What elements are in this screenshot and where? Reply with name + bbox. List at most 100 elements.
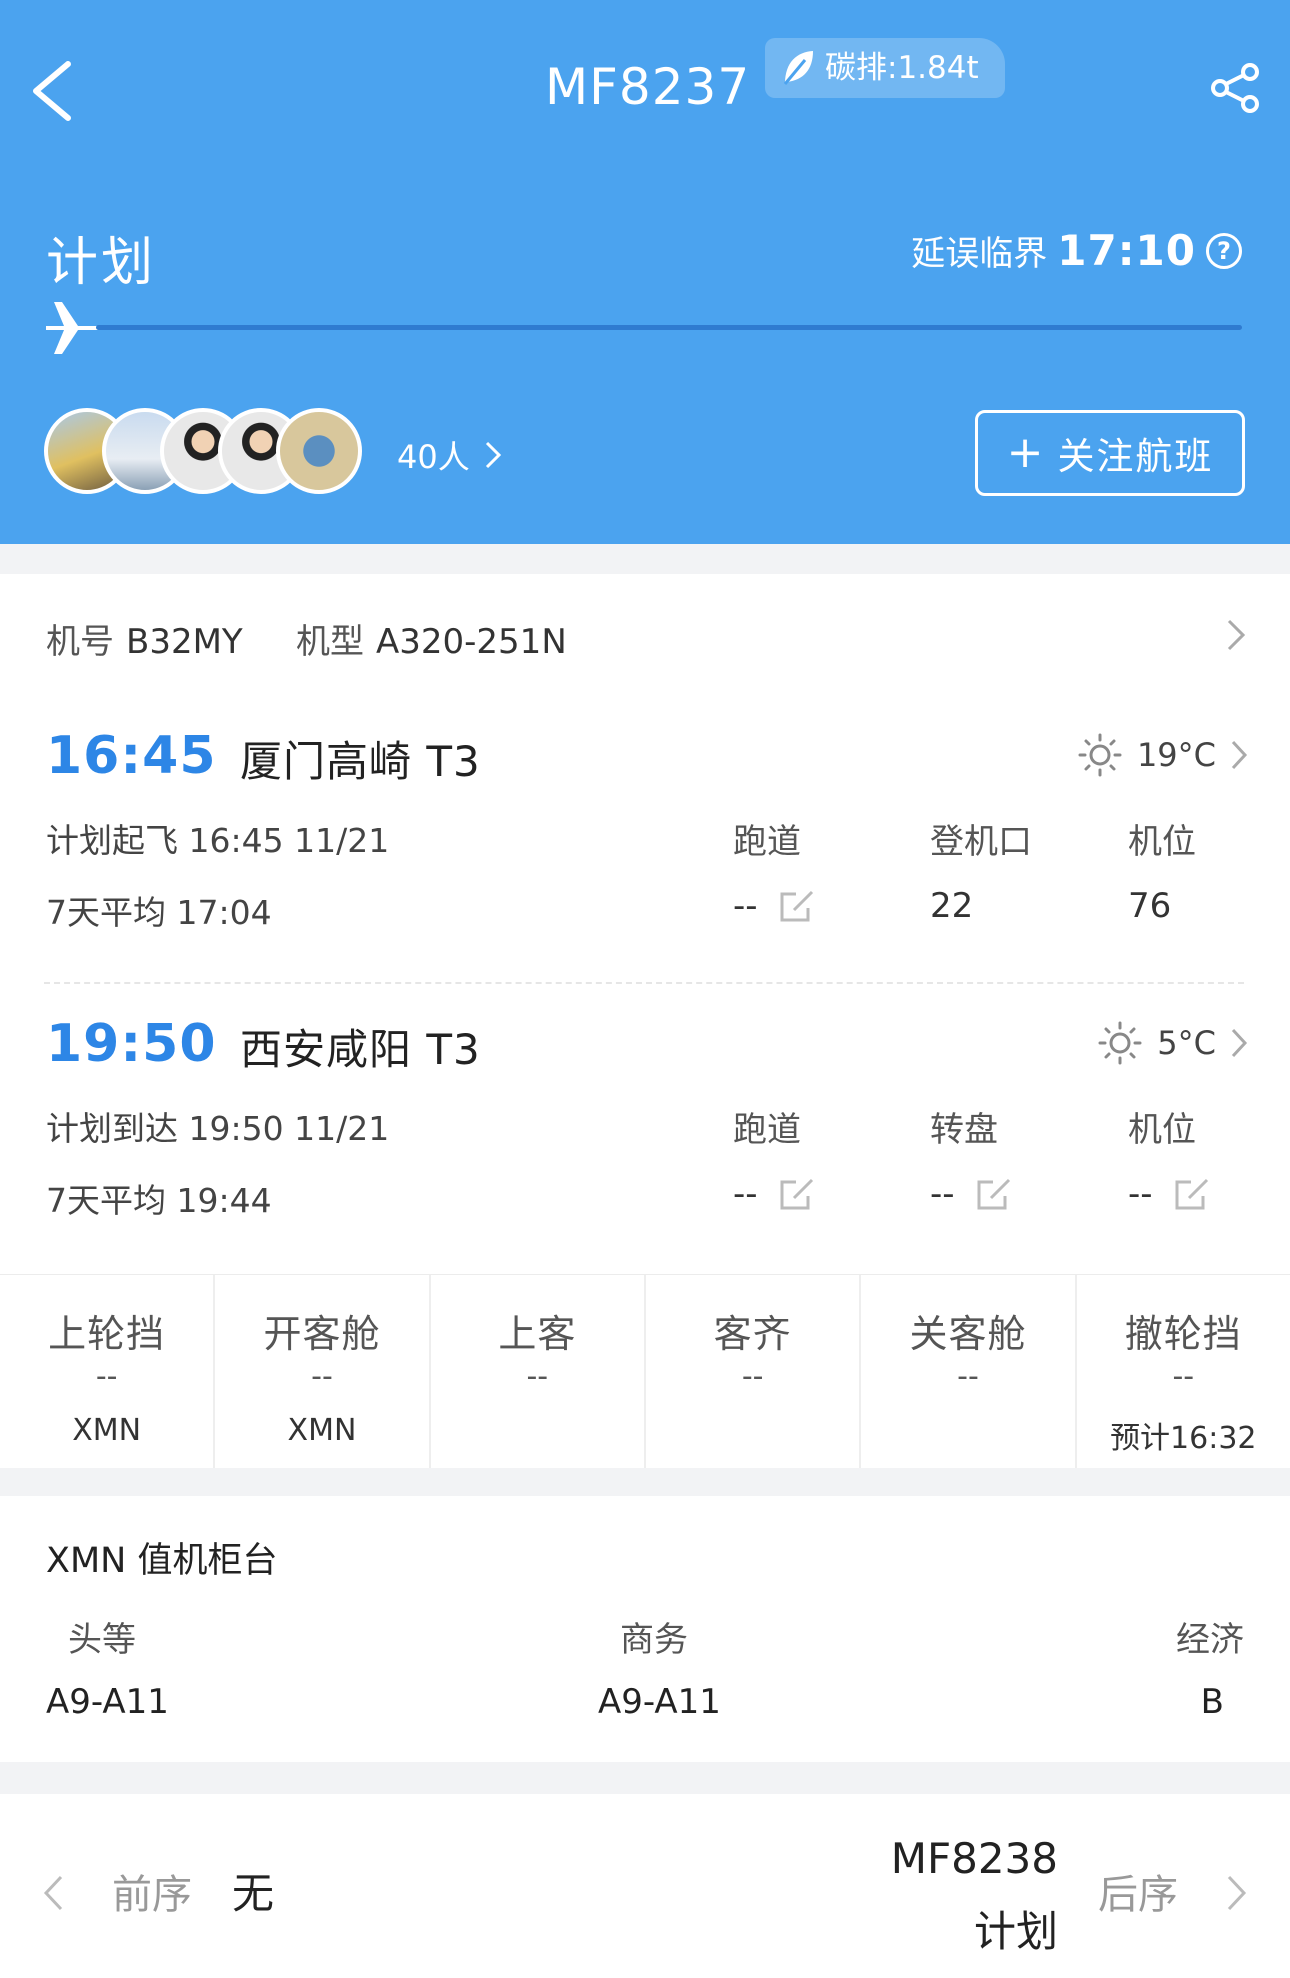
step-name: 客齐 bbox=[713, 1312, 792, 1356]
edit-icon bbox=[1175, 1178, 1208, 1210]
economy-class-label: 经济 bbox=[1176, 1620, 1244, 1660]
departure-avg-value: 17:04 bbox=[176, 893, 272, 932]
step-cabin-open: 开客舱 -- XMN bbox=[215, 1275, 431, 1468]
step-chocks-on: 上轮挡 -- XMN bbox=[0, 1275, 216, 1468]
runway-label: 跑道 bbox=[733, 1110, 801, 1150]
carousel-label: 转盘 bbox=[930, 1110, 998, 1150]
avatar bbox=[276, 408, 362, 494]
chevron-right-icon bbox=[485, 441, 501, 469]
type-label: 机型 bbox=[296, 622, 364, 662]
help-icon[interactable]: ? bbox=[1206, 232, 1242, 269]
departure-time: 16:45 bbox=[46, 726, 217, 786]
step-value: -- bbox=[526, 1359, 549, 1394]
next-label[interactable]: 后序 bbox=[1098, 1862, 1178, 1920]
registration-label: 机号 bbox=[46, 622, 114, 662]
sun-icon bbox=[1078, 733, 1122, 777]
type-value: A320-251N bbox=[376, 622, 567, 662]
aircraft-info-row[interactable]: 机号 B32MY 机型 A320-251N bbox=[0, 574, 1290, 696]
aircraft-registration: 机号 B32MY bbox=[46, 614, 243, 663]
next-flight-number[interactable]: MF8238 bbox=[891, 1834, 1058, 1883]
step-name: 开客舱 bbox=[263, 1312, 381, 1356]
follow-button-label: 关注航班 bbox=[1057, 435, 1214, 478]
flight-header: MF8237 碳排:1.84t 计划 延误临界 17:10 ? 40人 + 关注… bbox=[0, 0, 1290, 544]
flight-number: MF8237 bbox=[545, 58, 751, 116]
follow-flight-button[interactable]: + 关注航班 bbox=[975, 410, 1245, 496]
sun-icon bbox=[1098, 1021, 1142, 1065]
arrival-stand[interactable]: -- bbox=[1128, 1174, 1213, 1214]
chevron-right-icon bbox=[1227, 619, 1246, 651]
step-value: -- bbox=[1172, 1359, 1195, 1394]
checkin-title: XMN 值机柜台 bbox=[46, 1541, 278, 1581]
first-class-counter: A9-A11 bbox=[46, 1682, 169, 1722]
arrival-scheduled: 计划到达 19:50 11/21 bbox=[46, 1102, 389, 1150]
delay-label: 延误临界 bbox=[911, 234, 1048, 274]
arrival-runway[interactable]: -- bbox=[733, 1174, 818, 1214]
aircraft-type: 机型 A320-251N bbox=[296, 614, 567, 663]
step-sub: XMN bbox=[72, 1413, 142, 1448]
arrival-temperature: 5°C bbox=[1157, 1024, 1216, 1062]
gate-value: 22 bbox=[930, 886, 974, 926]
step-name: 关客舱 bbox=[909, 1312, 1027, 1356]
departure-avg-label: 7天平均 bbox=[46, 893, 166, 932]
carousel-value: -- bbox=[930, 1174, 955, 1214]
business-class-counter: A9-A11 bbox=[598, 1682, 721, 1722]
arrival-section: 19:50 西安咸阳 T3 5°C 计划到达 19:50 11/21 7天平均 … bbox=[0, 984, 1290, 1274]
carbon-badge[interactable]: 碳排:1.84t bbox=[765, 38, 1005, 98]
chevron-left-icon[interactable] bbox=[42, 1874, 64, 1912]
stand-label: 机位 bbox=[1128, 1110, 1196, 1150]
runway-value: -- bbox=[733, 886, 758, 926]
delay-threshold: 延误临界 17:10 ? bbox=[911, 226, 1242, 275]
step-name: 撤轮挡 bbox=[1124, 1312, 1242, 1356]
departure-runway[interactable]: -- bbox=[733, 886, 818, 926]
business-class-label: 商务 bbox=[620, 1620, 688, 1660]
previous-flight: 无 bbox=[232, 1869, 275, 1918]
step-boarding: 上客 -- bbox=[431, 1275, 646, 1468]
arrival-time: 19:50 bbox=[46, 1014, 217, 1074]
step-chocks-off: 撤轮挡 -- 预计16:32 bbox=[1077, 1275, 1290, 1468]
chevron-right-icon bbox=[1231, 1028, 1248, 1058]
followers-count: 40人 bbox=[397, 438, 470, 476]
delay-time: 17:10 bbox=[1057, 226, 1196, 275]
previous-label[interactable]: 前序 bbox=[112, 1862, 192, 1920]
departure-airport: 厦门高崎 T3 bbox=[240, 737, 481, 786]
arrival-airport: 西安咸阳 T3 bbox=[240, 1025, 481, 1074]
step-value: -- bbox=[95, 1359, 118, 1394]
step-value: -- bbox=[741, 1359, 764, 1394]
back-button[interactable] bbox=[26, 58, 86, 124]
arrival-sched-label: 计划到达 bbox=[46, 1109, 178, 1148]
departure-average: 7天平均 17:04 bbox=[46, 886, 272, 934]
next-flight-status: 计划 bbox=[973, 1907, 1058, 1956]
economy-class-counter: B bbox=[1200, 1682, 1224, 1722]
departure-weather[interactable]: 19°C bbox=[1077, 732, 1248, 778]
checkin-counters: XMN 值机柜台 头等 商务 经济 A9-A11 A9-A11 B bbox=[0, 1496, 1290, 1762]
departure-temperature: 19°C bbox=[1136, 736, 1216, 774]
leaf-icon bbox=[783, 51, 813, 85]
departure-section: 16:45 厦门高崎 T3 19°C 计划起飞 16:45 11/21 7天平均… bbox=[0, 696, 1290, 982]
share-button[interactable] bbox=[1210, 62, 1262, 114]
step-name: 上客 bbox=[498, 1312, 577, 1356]
arrival-average: 7天平均 19:44 bbox=[46, 1174, 272, 1222]
runway-label: 跑道 bbox=[733, 822, 801, 862]
flight-sequence: 前序 无 MF8238 计划 后序 bbox=[0, 1794, 1290, 1978]
arrival-avg-label: 7天平均 bbox=[46, 1181, 166, 1220]
runway-value: -- bbox=[733, 1174, 758, 1214]
ground-process-steps: 上轮挡 -- XMN 开客舱 -- XMN 上客 -- 客齐 -- 关客舱 --… bbox=[0, 1274, 1290, 1468]
stand-value: -- bbox=[1128, 1174, 1153, 1214]
step-name: 上轮挡 bbox=[48, 1312, 166, 1356]
arrival-weather[interactable]: 5°C bbox=[1097, 1020, 1248, 1066]
first-class-label: 头等 bbox=[68, 1620, 136, 1660]
follower-avatars[interactable] bbox=[44, 408, 374, 496]
registration-value: B32MY bbox=[126, 622, 243, 662]
arrival-carousel[interactable]: -- bbox=[930, 1174, 1015, 1214]
chevron-right-icon[interactable] bbox=[1226, 1874, 1248, 1912]
stand-label: 机位 bbox=[1128, 822, 1196, 862]
departure-sched-value: 16:45 11/21 bbox=[188, 821, 390, 860]
step-cabin-close: 关客舱 -- bbox=[861, 1275, 1077, 1468]
edit-icon bbox=[780, 890, 813, 922]
edit-icon bbox=[977, 1178, 1010, 1210]
share-icon bbox=[1211, 63, 1259, 113]
step-value: -- bbox=[957, 1359, 979, 1394]
progress-track bbox=[96, 325, 1242, 330]
edit-icon bbox=[780, 1178, 813, 1210]
followers-link[interactable]: 40人 bbox=[397, 432, 502, 478]
